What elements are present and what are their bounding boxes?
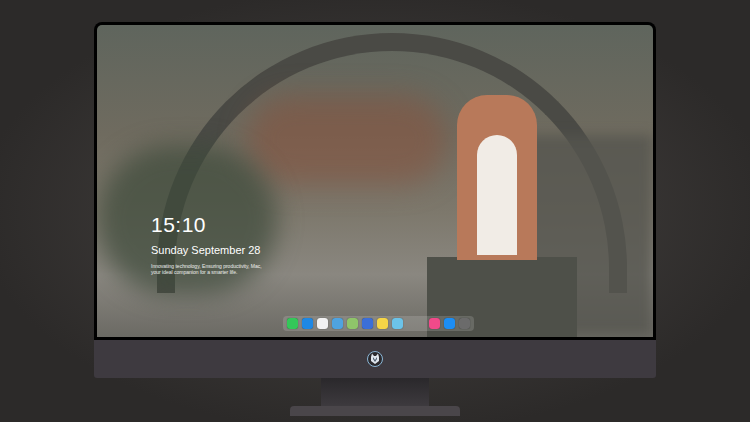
autumn-trees <box>247 95 447 185</box>
app-icon[interactable] <box>317 318 328 329</box>
monitor-chin <box>94 340 656 378</box>
monitor: 15:10 Sunday September 28 Innovating techn… <box>0 0 750 416</box>
app-icon[interactable] <box>362 318 373 329</box>
clock-date: Sunday September 28 <box>151 243 263 257</box>
desktop-wallpaper: 15:10 Sunday September 28 Innovating techn… <box>97 25 653 337</box>
app-icon[interactable] <box>392 318 403 329</box>
app-icon[interactable] <box>444 318 455 329</box>
app-icon[interactable] <box>347 318 358 329</box>
app-icon[interactable] <box>287 318 298 329</box>
app-icon[interactable] <box>377 318 388 329</box>
app-icon[interactable] <box>332 318 343 329</box>
dock <box>283 316 474 331</box>
husky-shape <box>457 95 537 260</box>
clock-tagline: Innovating technology, Ensuring producti… <box>151 263 263 275</box>
stand-foot <box>290 406 460 416</box>
screen-bezel: 15:10 Sunday September 28 Innovating techn… <box>94 22 656 340</box>
husky-logo-icon <box>367 351 383 367</box>
app-icon[interactable] <box>429 318 440 329</box>
app-icon[interactable] <box>302 318 313 329</box>
clock-time: 15:10 <box>151 213 263 237</box>
stand-neck <box>321 378 429 406</box>
lock-clock: 15:10 Sunday September 28 Innovating techn… <box>151 213 263 275</box>
app-icon[interactable] <box>459 318 470 329</box>
